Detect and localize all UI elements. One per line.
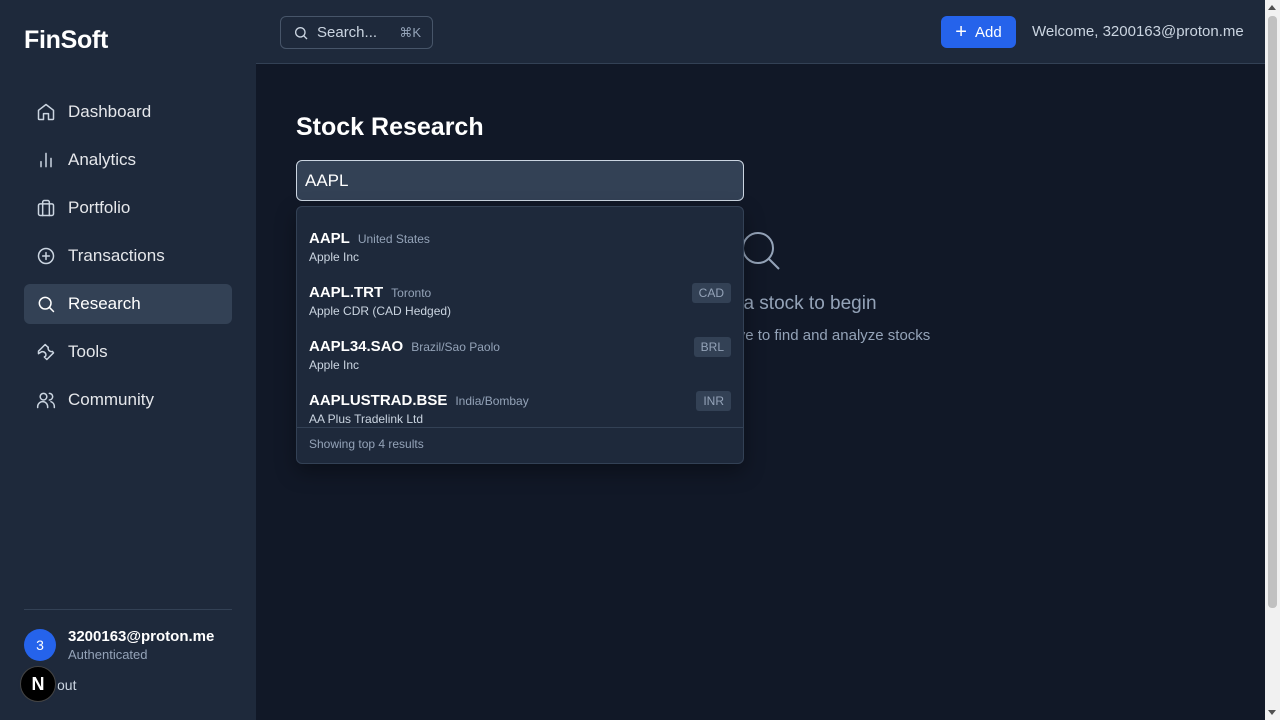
global-search-button[interactable]: Search... ⌘K bbox=[280, 16, 433, 49]
sidebar-item-label: Tools bbox=[68, 342, 108, 361]
result-company-name: Apple Inc bbox=[309, 250, 360, 264]
briefcase-icon bbox=[36, 198, 56, 218]
users-icon bbox=[36, 390, 56, 410]
result-exchange: United States bbox=[357, 232, 430, 246]
bar-chart-icon bbox=[36, 150, 56, 170]
sign-out-button[interactable]: out bbox=[57, 677, 76, 693]
currency-badge: BRL bbox=[693, 337, 731, 357]
user-status: Authenticated bbox=[68, 647, 148, 662]
search-result-item[interactable]: AAPLUSTRAD.BSE India/Bombay AA Plus Trade… bbox=[297, 377, 743, 431]
sidebar-item-community[interactable]: Community bbox=[24, 380, 232, 420]
result-symbol: AAPLUSTRAD.BSE bbox=[309, 392, 448, 409]
sidebar-item-label: Transactions bbox=[68, 246, 165, 265]
scrollbar-thumb[interactable] bbox=[1268, 16, 1277, 608]
result-symbol: AAPL34.SAO bbox=[309, 338, 404, 355]
result-company-name: AA Plus Tradelink Ltd bbox=[309, 412, 424, 426]
result-symbol: AAPL bbox=[309, 230, 350, 247]
stock-search-input[interactable] bbox=[296, 160, 744, 201]
add-button[interactable]: + Add bbox=[941, 16, 1016, 48]
sidebar-item-analytics[interactable]: Analytics bbox=[24, 140, 232, 180]
search-result-item[interactable]: AAPL United States Apple Inc bbox=[297, 215, 743, 269]
result-exchange: Toronto bbox=[391, 286, 432, 300]
currency-badge: CAD bbox=[691, 283, 731, 303]
search-icon bbox=[738, 228, 786, 276]
search-result-item[interactable]: AAPL.TRT Toronto Apple CDR (CAD Hedged) C… bbox=[297, 269, 743, 323]
sidebar-item-label: Analytics bbox=[68, 150, 137, 169]
top-header: Search... ⌘K + Add Welcome, 3200163@prot… bbox=[256, 0, 1265, 64]
result-exchange: Brazil/Sao Paolo bbox=[411, 340, 500, 354]
home-icon bbox=[36, 102, 56, 122]
sidebar-item-portfolio[interactable]: Portfolio bbox=[24, 188, 232, 228]
sidebar-item-label: Dashboard bbox=[68, 102, 152, 121]
search-icon bbox=[295, 26, 308, 39]
search-icon bbox=[36, 294, 56, 314]
sidebar-divider bbox=[24, 609, 232, 610]
scroll-down-icon[interactable] bbox=[1268, 710, 1276, 715]
plus-icon: + bbox=[955, 21, 967, 43]
next-dev-badge-icon[interactable]: N bbox=[20, 666, 56, 702]
results-count: Showing top 4 results bbox=[297, 427, 743, 464]
add-button-label: Add bbox=[974, 23, 1002, 41]
result-company-name: Apple CDR (CAD Hedged) bbox=[309, 304, 452, 318]
currency-badge: INR bbox=[696, 391, 731, 411]
search-results-dropdown: AAPL United States Apple Inc AAPL.TRT Toro… bbox=[296, 206, 744, 464]
sidebar-item-research[interactable]: Research bbox=[24, 284, 232, 324]
sidebar-item-dashboard[interactable]: Dashboard bbox=[24, 92, 232, 132]
sidebar-item-label: Portfolio bbox=[68, 198, 131, 217]
search-placeholder: Search... bbox=[317, 24, 378, 41]
page-scrollbar[interactable] bbox=[1265, 0, 1280, 720]
sidebar-item-transactions[interactable]: Transactions bbox=[24, 236, 232, 276]
result-company-name: Apple Inc bbox=[309, 358, 360, 372]
wrench-icon bbox=[36, 342, 56, 362]
user-email: 3200163@proton.me bbox=[68, 628, 215, 645]
sidebar-nav: Dashboard Analytics Portfolio Transactio… bbox=[24, 92, 232, 428]
brand-logo[interactable]: FinSoft bbox=[24, 26, 108, 55]
sidebar-item-label: Research bbox=[68, 294, 141, 313]
scroll-up-icon[interactable] bbox=[1268, 5, 1276, 10]
user-profile[interactable]: 3 3200163@proton.me Authenticated bbox=[24, 628, 214, 662]
sidebar-item-label: Community bbox=[68, 390, 154, 409]
sidebar-item-tools[interactable]: Tools bbox=[24, 332, 232, 372]
plus-circle-icon bbox=[36, 246, 56, 266]
sidebar: FinSoft Dashboard Analytics Portfolio Tr… bbox=[0, 0, 256, 720]
search-result-item[interactable]: AAPL34.SAO Brazil/Sao Paolo Apple Inc BRL bbox=[297, 323, 743, 377]
welcome-text: Welcome, 3200163@proton.me bbox=[1032, 23, 1244, 40]
search-shortcut: ⌘K bbox=[399, 25, 421, 40]
result-symbol: AAPL.TRT bbox=[309, 284, 384, 301]
result-exchange: India/Bombay bbox=[455, 394, 529, 408]
page-title: Stock Research bbox=[296, 113, 484, 141]
avatar: 3 bbox=[24, 629, 56, 661]
